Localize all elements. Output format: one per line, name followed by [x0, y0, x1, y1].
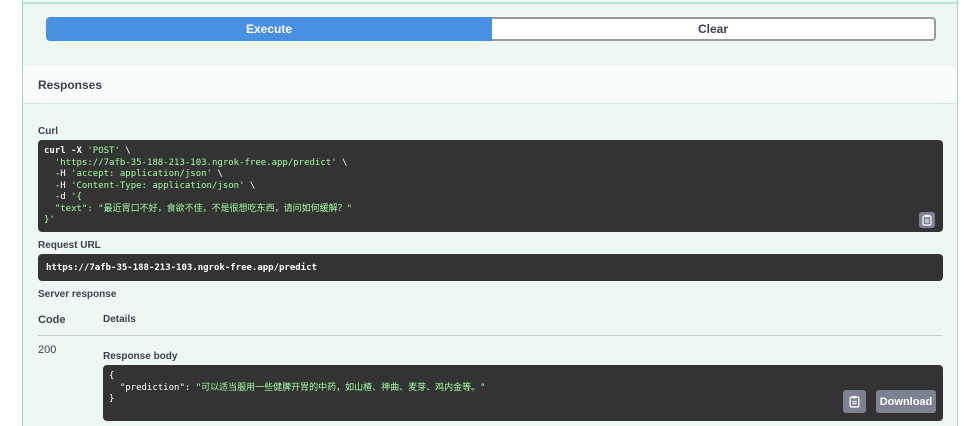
response-body-block[interactable]: { "prediction": "可以适当服用一些健脾开胃的中药，如山楂、神曲、… [103, 365, 943, 421]
copy-response-button[interactable] [843, 390, 866, 413]
details-column-header: Details [103, 314, 136, 325]
responses-header: Responses [23, 64, 957, 104]
curl-line: }' [44, 215, 55, 225]
try-it-out-panel: Execute Clear Responses Curl curl -X 'PO… [22, 0, 958, 426]
curl-line: 'https://7afb-35-188-213-103.ngrok-free.… [54, 157, 348, 168]
request-url-label: Request URL [38, 240, 101, 251]
copy-curl-button[interactable] [919, 212, 935, 228]
response-body-label: Response body [103, 351, 178, 362]
body-line: } [109, 394, 115, 404]
panel-top-border [23, 2, 957, 4]
request-url-value[interactable]: https://7afb-35-188-213-103.ngrok-free.a… [38, 254, 943, 281]
curl-line: curl -X 'POST' \ [44, 146, 131, 156]
curl-label: Curl [38, 126, 58, 137]
clipboard-icon [921, 214, 932, 226]
curl-line: -d '{ [44, 192, 82, 202]
responses-title: Responses [38, 78, 103, 92]
download-button[interactable]: Download [876, 390, 936, 413]
curl-line: -H 'Content-Type: application/json' \ [44, 180, 256, 191]
curl-line: -H 'accept: application/json' \ [44, 169, 223, 179]
body-line: "prediction": "可以适当服用一些健脾开胃的中药，如山楂、神曲、麦芽… [109, 382, 486, 393]
clear-button[interactable]: Clear [492, 17, 936, 41]
execute-button[interactable]: Execute [46, 17, 492, 41]
clipboard-icon [848, 395, 859, 408]
code-column-header: Code [38, 314, 66, 326]
execute-controls: Execute Clear [46, 17, 936, 41]
curl-line: "text": "最近胃口不好，食欲不佳，不是很想吃东西，请问如何缓解？" [44, 203, 353, 214]
curl-code-block[interactable]: curl -X 'POST' \ 'https://7afb-35-188-21… [38, 140, 943, 232]
table-divider [38, 335, 943, 336]
response-code: 200 [38, 344, 57, 356]
server-response-label: Server response [38, 289, 117, 300]
body-line: { [109, 371, 115, 381]
